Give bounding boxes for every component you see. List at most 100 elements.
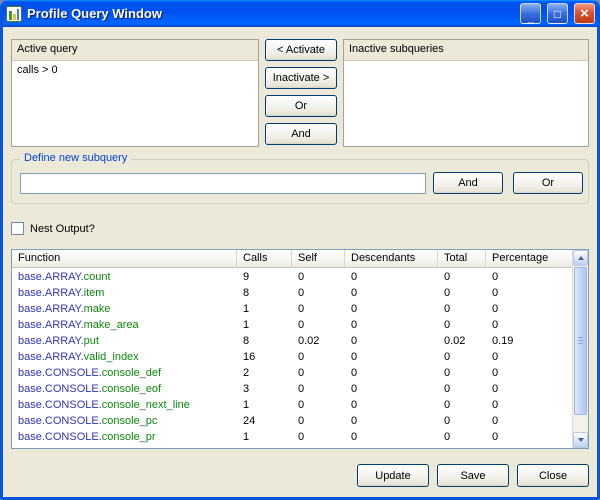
function-cell: base.CONSOLE.console_pr [12,429,237,445]
vertical-scrollbar[interactable] [572,250,588,448]
percentage-cell: 0 [486,349,572,365]
activate-button[interactable]: < Activate [265,39,337,61]
active-query-label: Active query [12,40,258,59]
table-row[interactable]: base.CONSOLE.console_next_line10000 [12,397,572,413]
scroll-up-button[interactable] [573,250,588,266]
self-cell: 0.02 [292,333,345,349]
scroll-down-button[interactable] [573,432,588,448]
calls-cell: 16 [237,349,292,365]
scroll-up-icon [578,256,584,260]
close-button[interactable]: × [574,3,595,24]
calls-cell: 1 [237,429,292,445]
function-cell: base.CONSOLE.console_eof [12,381,237,397]
close-dialog-button[interactable]: Close [517,464,589,487]
and-button[interactable]: And [265,123,337,145]
calls-cell: 24 [237,413,292,429]
save-button[interactable]: Save [437,464,509,487]
total-cell: 0 [438,269,486,285]
percentage-cell: 0 [486,317,572,333]
total-cell: 0 [438,349,486,365]
scroll-down-icon [578,438,584,442]
descendants-cell: 0 [345,285,438,301]
maximize-button[interactable]: □ [547,3,568,24]
percentage-cell: 0 [486,413,572,429]
calls-cell: 1 [237,301,292,317]
descendants-cell: 0 [345,413,438,429]
table-row[interactable]: base.ARRAY.item80000 [12,285,572,301]
active-query-panel: Active query calls > 0 [11,39,259,147]
self-cell: 0 [292,301,345,317]
descendants-cell: 0 [345,269,438,285]
self-cell: 0 [292,429,345,445]
self-cell: 0 [292,349,345,365]
chart-bars-icon [9,9,19,20]
minimize-button[interactable]: _ [520,3,541,24]
column-header-function[interactable]: Function [12,250,237,267]
inactive-subqueries-panel: Inactive subqueries [343,39,589,147]
function-cell: base.ARRAY.make_area [12,317,237,333]
table-row[interactable]: base.ARRAY.make_area10000 [12,317,572,333]
titlebar[interactable]: Profile Query Window _ □ × [0,0,600,27]
percentage-cell: 0 [486,285,572,301]
percentage-cell: 0 [486,269,572,285]
client-area: Active query calls > 0 < Activate Inacti… [3,27,597,497]
window-title: Profile Query Window [27,6,514,21]
table-row[interactable]: base.CONSOLE.console_pc240000 [12,413,572,429]
maximize-icon: □ [554,8,561,20]
subquery-and-button[interactable]: And [433,172,503,194]
table-row[interactable]: base.ARRAY.valid_index160000 [12,349,572,365]
function-cell: base.CONSOLE.console_def [12,365,237,381]
column-header-total[interactable]: Total [438,250,486,267]
descendants-cell: 0 [345,317,438,333]
function-cell: base.ARRAY.put [12,333,237,349]
nest-output-label: Nest Output? [30,223,95,235]
total-cell: 0 [438,285,486,301]
descendants-cell: 0 [345,397,438,413]
table-row[interactable]: base.ARRAY.put80.0200.020.19 [12,333,572,349]
profile-table: Function Calls Self Descendants Total Pe… [11,249,589,449]
total-cell: 0 [438,381,486,397]
inactivate-button[interactable]: Inactivate > [265,67,337,89]
active-query-item[interactable]: calls > 0 [12,61,258,79]
table-row[interactable]: base.ARRAY.make10000 [12,301,572,317]
self-cell: 0 [292,317,345,333]
function-cell: base.CONSOLE.console_pc [12,413,237,429]
function-cell: base.CONSOLE.console_next_line [12,397,237,413]
total-cell: 0 [438,413,486,429]
table-row[interactable]: base.CONSOLE.console_eof30000 [12,381,572,397]
total-cell: 0.02 [438,333,486,349]
column-header-calls[interactable]: Calls [237,250,292,267]
subquery-input[interactable] [20,173,426,194]
column-header-descendants[interactable]: Descendants [345,250,438,267]
table-row[interactable]: base.CONSOLE.console_pr10000 [12,429,572,445]
total-cell: 0 [438,317,486,333]
percentage-cell: 0 [486,365,572,381]
calls-cell: 2 [237,365,292,381]
descendants-cell: 0 [345,365,438,381]
or-button[interactable]: Or [265,95,337,117]
groupbox-label: Define new subquery [20,152,131,164]
total-cell: 0 [438,397,486,413]
scrollbar-thumb[interactable] [574,267,587,415]
self-cell: 0 [292,397,345,413]
column-header-self[interactable]: Self [292,250,345,267]
percentage-cell: 0 [486,301,572,317]
inactive-subqueries-list[interactable] [344,60,588,146]
update-button[interactable]: Update [357,464,429,487]
function-cell: base.ARRAY.count [12,269,237,285]
nest-output-row[interactable]: Nest Output? [11,222,95,235]
subquery-or-button[interactable]: Or [513,172,583,194]
nest-output-checkbox[interactable] [11,222,24,235]
minimize-icon: _ [527,14,533,22]
self-cell: 0 [292,285,345,301]
percentage-cell: 0.19 [486,333,572,349]
self-cell: 0 [292,269,345,285]
self-cell: 0 [292,413,345,429]
active-query-list[interactable]: calls > 0 [12,60,258,146]
function-cell: base.ARRAY.make [12,301,237,317]
table-row[interactable]: base.CONSOLE.console_def20000 [12,365,572,381]
profile-query-window: Profile Query Window _ □ × Active query … [0,0,600,500]
table-body: base.ARRAY.count90000base.ARRAY.item8000… [12,269,572,448]
calls-cell: 1 [237,317,292,333]
table-row[interactable]: base.ARRAY.count90000 [12,269,572,285]
